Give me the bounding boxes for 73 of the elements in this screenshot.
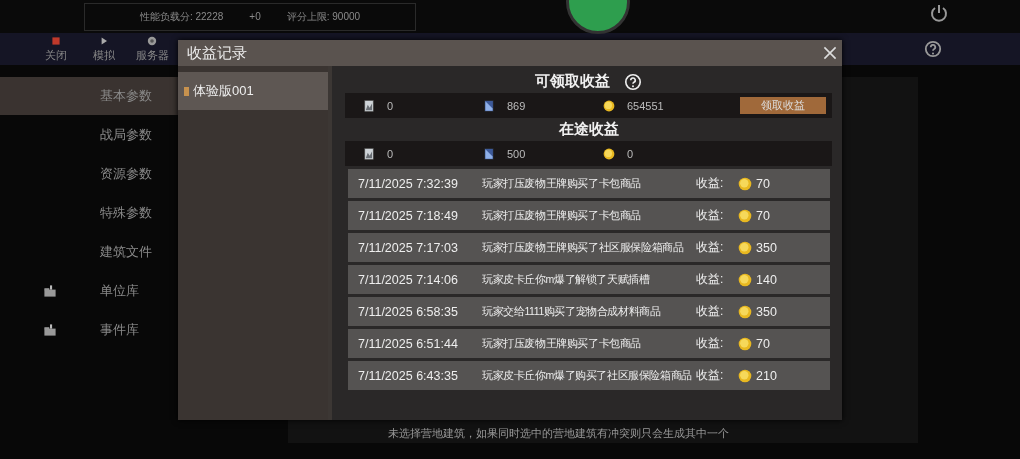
toolbar-button[interactable]: 模拟 — [93, 48, 115, 63]
stop-icon — [50, 35, 62, 47]
record-time: 7/11/2025 7:17:03 — [358, 240, 459, 255]
record-text: 玩家打压废物王牌购买了卡包商品 — [482, 176, 642, 191]
amount-text: 654551 — [627, 99, 664, 112]
income-label: 收益: — [696, 303, 725, 320]
coin-icon — [603, 146, 615, 161]
sidebar-item[interactable]: 特殊参数 — [0, 194, 178, 232]
income-amount: 210 — [756, 368, 777, 383]
card-icon — [363, 146, 375, 161]
folder-icon — [43, 323, 57, 337]
server-icon — [146, 35, 158, 47]
amount-text: 0 — [387, 99, 394, 112]
coin-icon — [603, 98, 615, 113]
record-text: 玩家皮卡丘你m爆了解锁了天赋插槽 — [482, 272, 651, 287]
version-item[interactable]: 体验版001 — [178, 72, 328, 110]
coin-icon — [738, 304, 752, 319]
income-label: 收益: — [696, 239, 725, 256]
income-amount: 350 — [756, 240, 777, 255]
amount-text: 869 — [507, 99, 526, 112]
score-limit: 评分上限: 90000 — [286, 9, 361, 24]
toolbar-button[interactable]: 关闭 — [45, 48, 67, 63]
coin-icon — [738, 240, 752, 255]
card-icon — [483, 98, 495, 113]
coin-icon — [738, 368, 752, 383]
card-icon — [363, 98, 375, 113]
section-title: 可领取收益 — [535, 72, 610, 91]
record-text: 玩家交给1111购买了宠物合成材料商品 — [482, 304, 662, 319]
record-time: 7/11/2025 7:18:49 — [358, 208, 459, 223]
coin-icon — [738, 336, 752, 351]
income-amount: 70 — [756, 336, 770, 351]
coin-icon — [738, 176, 752, 191]
record-time: 7/11/2025 6:51:44 — [358, 336, 459, 351]
sidebar-item[interactable]: 单位库 — [0, 272, 178, 310]
income-amount: 70 — [756, 208, 770, 223]
sidebar-item[interactable]: 资源参数 — [0, 155, 178, 193]
sidebar-item[interactable]: 战局参数 — [0, 116, 178, 154]
folder-icon — [43, 284, 57, 298]
record-time: 7/11/2025 6:58:35 — [358, 304, 459, 319]
record-time: 7/11/2025 6:43:35 — [358, 368, 459, 383]
record-text: 玩家打压废物王牌购买了卡包商品 — [482, 336, 642, 351]
record-text: 玩家打压废物王牌购买了卡包商品 — [482, 208, 642, 223]
income-label: 收益: — [696, 367, 725, 384]
amount-text: 0 — [627, 147, 634, 160]
card-icon — [483, 146, 495, 161]
toolbar-button[interactable]: 服务器 — [135, 48, 169, 63]
income-amount: 350 — [756, 304, 777, 319]
income-label: 收益: — [696, 207, 725, 224]
dialog-title: 收益记录 — [187, 43, 247, 63]
sidebar-item[interactable]: 事件库 — [0, 311, 178, 349]
amount-text: 0 — [387, 147, 394, 160]
income-label: 收益: — [696, 335, 725, 352]
record-time: 7/11/2025 7:14:06 — [358, 272, 459, 287]
sidebar-item[interactable]: 基本参数 — [0, 77, 178, 115]
record-text: 玩家打压废物王牌购买了社区服保险箱商品 — [482, 240, 685, 255]
power-icon[interactable] — [929, 3, 949, 23]
income-amount: 140 — [756, 272, 777, 287]
coin-icon — [738, 208, 752, 223]
coin-icon — [738, 272, 752, 287]
claim-button[interactable]: 领取收益 — [740, 97, 826, 114]
sidebar-item[interactable]: 建筑文件 — [0, 233, 178, 271]
score-delta: +0 — [249, 11, 261, 22]
amount-text: 500 — [507, 147, 526, 160]
record-time: 7/11/2025 7:32:39 — [358, 176, 459, 191]
close-icon[interactable] — [822, 45, 838, 61]
income-amount: 70 — [756, 176, 770, 191]
help-icon[interactable] — [924, 40, 942, 58]
section-title: 在途收益 — [558, 120, 619, 139]
score-text: 性能负载分: 22228 — [139, 9, 224, 24]
income-label: 收益: — [696, 271, 725, 288]
record-text: 玩家皮卡丘你m爆了购买了社区服保险箱商品 — [482, 368, 693, 383]
hint-text: 未选择营地建筑，如果同时选中的营地建筑有冲突则只会生成其中一个 — [388, 427, 729, 439]
income-label: 收益: — [696, 175, 725, 192]
